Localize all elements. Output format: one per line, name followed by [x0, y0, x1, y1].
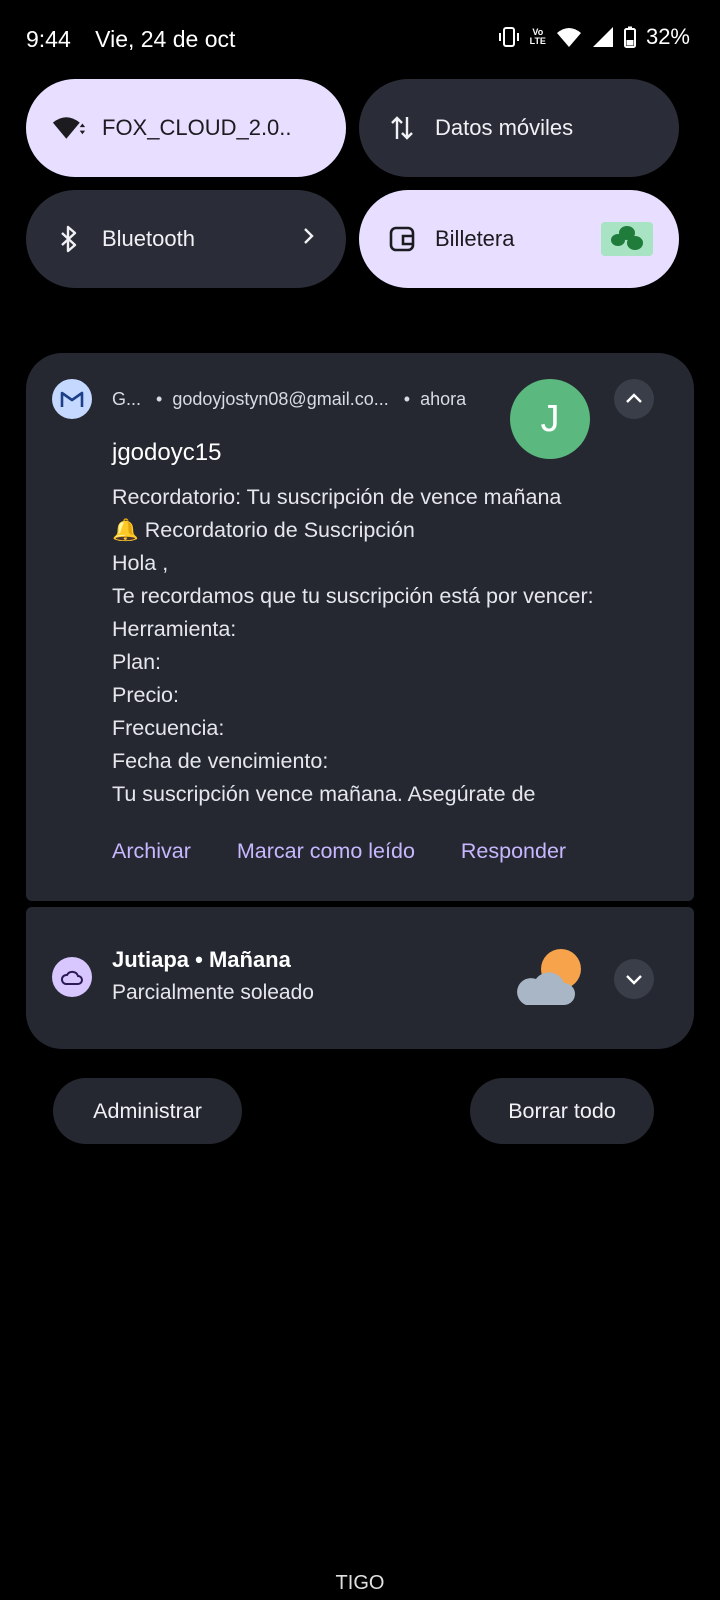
body-line: Fecha de vencimiento: — [112, 749, 329, 773]
tile-wifi[interactable]: FOX_CLOUD_2.0.. — [26, 79, 346, 177]
tile-mobile-data[interactable]: Datos móviles — [359, 79, 679, 177]
status-icons: Vo LTE 32% — [498, 24, 690, 50]
body-line: Hola , — [112, 551, 169, 575]
body-line: Precio: — [112, 683, 179, 707]
body-line: Frecuencia: — [112, 716, 225, 740]
vibrate-icon — [498, 26, 520, 48]
status-time: 9:44 — [26, 26, 71, 52]
tile-bluetooth-label: Bluetooth — [102, 226, 195, 251]
partly-sunny-icon — [517, 949, 581, 1005]
reply-button[interactable]: Responder — [461, 839, 566, 864]
wifi-signal-icon — [556, 26, 582, 48]
weather-title: Jutiapa • Mañana — [112, 947, 291, 972]
archive-button[interactable]: Archivar — [112, 839, 191, 864]
bluetooth-icon — [52, 222, 86, 256]
body-line: Herramienta: — [112, 617, 237, 641]
notification-header: G... • godoyjostyn08@gmail.co... • ahora — [112, 389, 476, 410]
body-line: 🔔 Recordatorio de Suscripción — [112, 518, 415, 542]
app-name: G... — [112, 389, 142, 409]
expand-button[interactable] — [614, 959, 654, 999]
tile-wallet-label: Billetera — [435, 226, 515, 251]
body-line: Tu suscripción vence mañana. Asegúrate d… — [112, 782, 536, 806]
mark-read-button[interactable]: Marcar como leído — [237, 839, 415, 864]
body-line: Recordatorio: Tu suscripción de vence ma… — [112, 485, 562, 509]
tile-bluetooth[interactable]: Bluetooth — [26, 190, 346, 288]
data-arrows-icon — [385, 111, 419, 145]
tile-wallet[interactable]: Billetera — [359, 190, 679, 288]
wallet-icon — [385, 222, 419, 256]
weather-subtitle: Parcialmente soleado — [112, 981, 314, 1004]
status-date: Vie, 24 de oct — [95, 26, 236, 52]
header-separator: • — [156, 389, 163, 409]
battery-icon — [623, 26, 636, 48]
chevron-right-icon[interactable] — [296, 224, 320, 254]
status-bar: 9:44 Vie, 24 de oct Vo LTE 32% — [0, 0, 720, 80]
volte-icon: Vo LTE — [530, 28, 546, 46]
carrier-label: TIGO — [335, 1572, 385, 1594]
tile-mobile-data-label: Datos móviles — [435, 115, 574, 140]
notification-title: jgodoyc15 — [112, 439, 222, 466]
tile-wifi-label: FOX_CLOUD_2.0.. — [102, 115, 292, 140]
lte-label: LTE — [529, 36, 546, 46]
status-left: 9:44 Vie, 24 de oct — [26, 26, 235, 53]
clear-all-button[interactable]: Borrar todo — [470, 1078, 654, 1144]
weather-app-icon — [52, 957, 92, 997]
collapse-button[interactable] — [614, 379, 654, 419]
body-line: Te recordamos que tu suscripción está po… — [112, 584, 594, 608]
weather-card[interactable]: Jutiapa • Mañana Parcialmente soleado — [26, 907, 694, 1049]
header-separator: • — [403, 389, 411, 409]
cell-signal-icon — [592, 26, 614, 48]
payment-card-icon — [601, 222, 653, 256]
notification-card[interactable]: G... • godoyjostyn08@gmail.co... • ahora J… — [26, 353, 694, 901]
wifi-icon — [52, 111, 86, 145]
chevron-down-icon — [626, 975, 642, 985]
gmail-icon — [52, 379, 92, 419]
battery-percent: 32% — [645, 24, 690, 49]
notification-body: Recordatorio: Tu suscripción de vence ma… — [112, 481, 672, 811]
manage-button[interactable]: Administrar — [53, 1078, 242, 1144]
account-email: godoyjostyn08@gmail.co... — [172, 389, 389, 409]
chevron-up-icon — [626, 393, 642, 403]
body-line: Plan: — [112, 650, 162, 674]
notification-actions: Archivar Marcar como leído Responder — [112, 839, 612, 864]
sender-avatar: J — [510, 379, 590, 459]
notification-time: ahora — [420, 389, 467, 409]
